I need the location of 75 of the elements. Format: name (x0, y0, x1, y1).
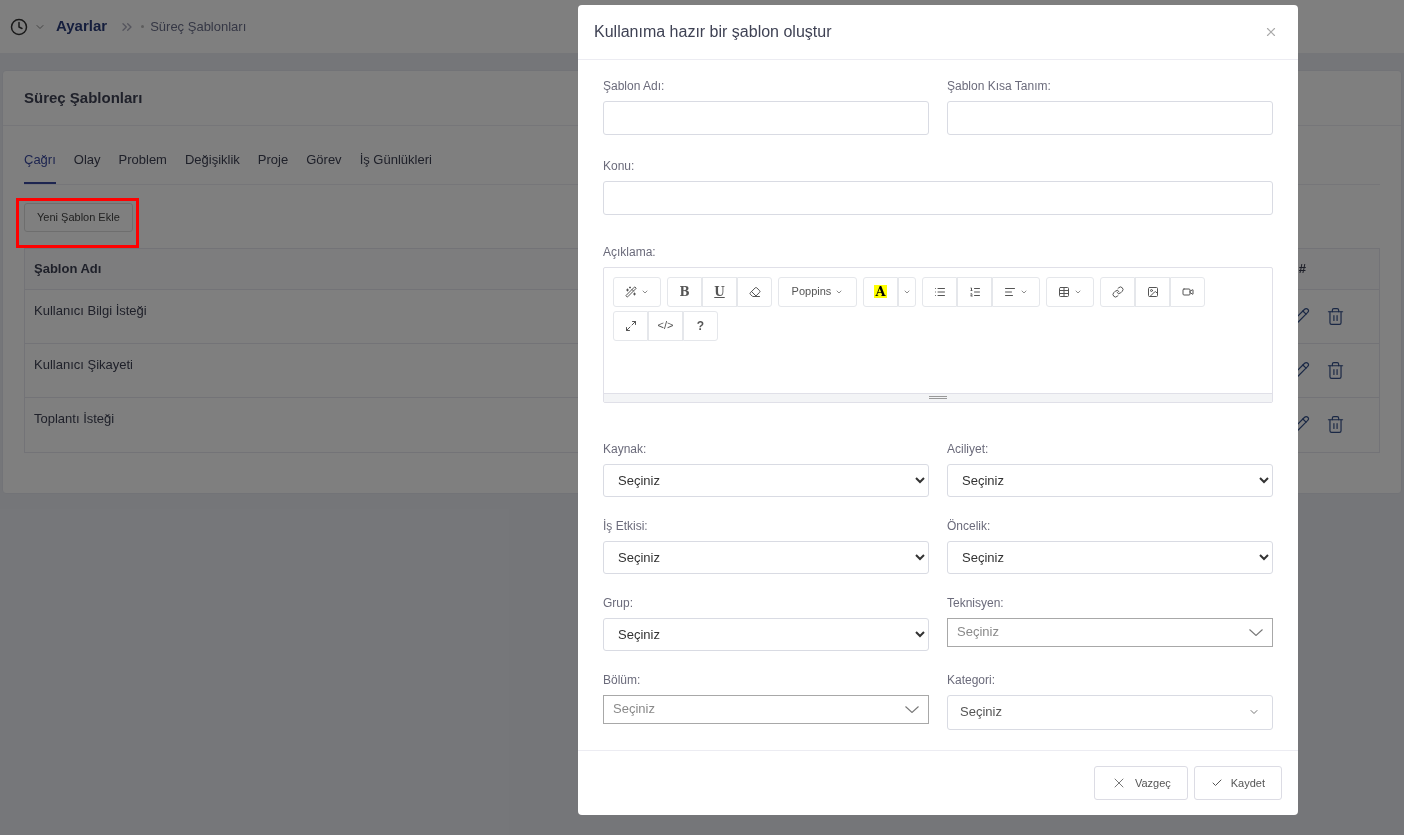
breadcrumb-current: Süreç Şablonları (150, 17, 247, 36)
select-field[interactable]: Seçiniz (603, 540, 929, 574)
chevron-icon (1249, 628, 1263, 636)
field-label: Öncelik: (947, 517, 992, 535)
modal-title: Kullanıma hazır bir şablon oluştur (594, 21, 832, 42)
select-field[interactable]: Seçiniz (947, 463, 1273, 497)
numbered-list-icon (968, 285, 981, 298)
cancel-button[interactable]: Vazgeç (1093, 765, 1188, 800)
bullet-list-button[interactable] (922, 276, 957, 307)
tab[interactable]: Proje (257, 150, 289, 184)
tab[interactable]: Problem (118, 150, 167, 184)
video-icon (1181, 285, 1194, 298)
select-field[interactable]: Seçiniz (603, 617, 929, 651)
chevron-icon (905, 705, 919, 713)
dropdown-field[interactable]: Seçiniz (947, 617, 1273, 647)
code-view-button[interactable]: </> (648, 310, 683, 341)
text-field[interactable] (603, 100, 929, 135)
card-title: Süreç Şablonları (24, 87, 143, 108)
field-label: Kategori: (947, 671, 997, 689)
save-button[interactable]: Kaydet (1193, 765, 1282, 800)
field-label: Kaynak: (603, 440, 648, 458)
table-button[interactable] (1046, 276, 1094, 307)
text-field[interactable] (947, 100, 1273, 135)
delete-icon[interactable] (1326, 360, 1345, 380)
image-button[interactable] (1135, 276, 1170, 307)
tab[interactable]: Değişiklik (184, 150, 240, 184)
table-cell-text: Toplantı İsteği (34, 409, 115, 428)
field-label: İş Etkisi: (603, 517, 649, 535)
align-button[interactable] (992, 276, 1040, 307)
column-header: Şablon Adı (34, 259, 102, 278)
underline-button[interactable]: U (702, 276, 737, 307)
fullscreen-button[interactable] (613, 310, 648, 341)
add-template-button[interactable]: Yeni Şablon Ekle (24, 202, 133, 232)
resize-handle[interactable] (604, 392, 1272, 402)
breadcrumb-root[interactable]: Ayarlar (56, 15, 108, 38)
bullet-list-icon (933, 285, 946, 298)
table-cell-text: Kullanıcı Bilgi İsteği (34, 301, 147, 320)
clock-icon (10, 17, 28, 36)
field-label: Açıklama: (603, 243, 657, 261)
numbered-list-button[interactable] (957, 276, 992, 307)
help-button[interactable]: ? (683, 310, 718, 341)
delete-icon[interactable] (1326, 414, 1345, 434)
tab[interactable]: Olay (73, 150, 101, 184)
field-label: Teknisyen: (947, 594, 1005, 612)
dropdown-field[interactable]: Seçiniz (947, 694, 1273, 730)
field-label: Aciliyet: (947, 440, 990, 458)
text-field[interactable] (603, 180, 1273, 215)
select-field[interactable]: Seçiniz (603, 463, 929, 497)
field-label: Şablon Adı: (603, 77, 666, 95)
delete-icon[interactable] (1326, 306, 1345, 326)
align-left-icon (1004, 285, 1016, 298)
field-label: Konu: (603, 157, 636, 175)
select-field[interactable]: Seçiniz (947, 540, 1273, 574)
eraser-button[interactable] (737, 276, 772, 307)
table-cell-text: Kullanıcı Şikayeti (34, 355, 133, 374)
wand-icon (625, 285, 637, 298)
font-dropdown[interactable]: Poppins (778, 276, 857, 307)
color-caret-button[interactable] (898, 276, 916, 307)
field-label: Şablon Kısa Tanım: (947, 77, 1052, 95)
field-label: Grup: (603, 594, 634, 612)
field-label: Bölüm: (603, 671, 642, 689)
eraser-icon (748, 285, 761, 298)
image-icon (1146, 285, 1159, 298)
tab[interactable]: Görev (306, 150, 342, 184)
rich-text-editor[interactable]: B U Poppins A </> ? (603, 266, 1273, 403)
table-icon (1058, 285, 1070, 298)
magic-wand-button[interactable] (613, 276, 661, 307)
tab[interactable]: Çağrı (24, 150, 56, 184)
bold-button[interactable]: B (667, 276, 702, 307)
tab[interactable]: İş Günlükleri (359, 150, 432, 184)
text-color-button[interactable]: A (863, 276, 898, 307)
dropdown-field[interactable]: Seçiniz (603, 694, 929, 724)
link-icon (1111, 285, 1124, 298)
column-header: # (1298, 259, 1306, 278)
fullscreen-icon (624, 319, 637, 332)
